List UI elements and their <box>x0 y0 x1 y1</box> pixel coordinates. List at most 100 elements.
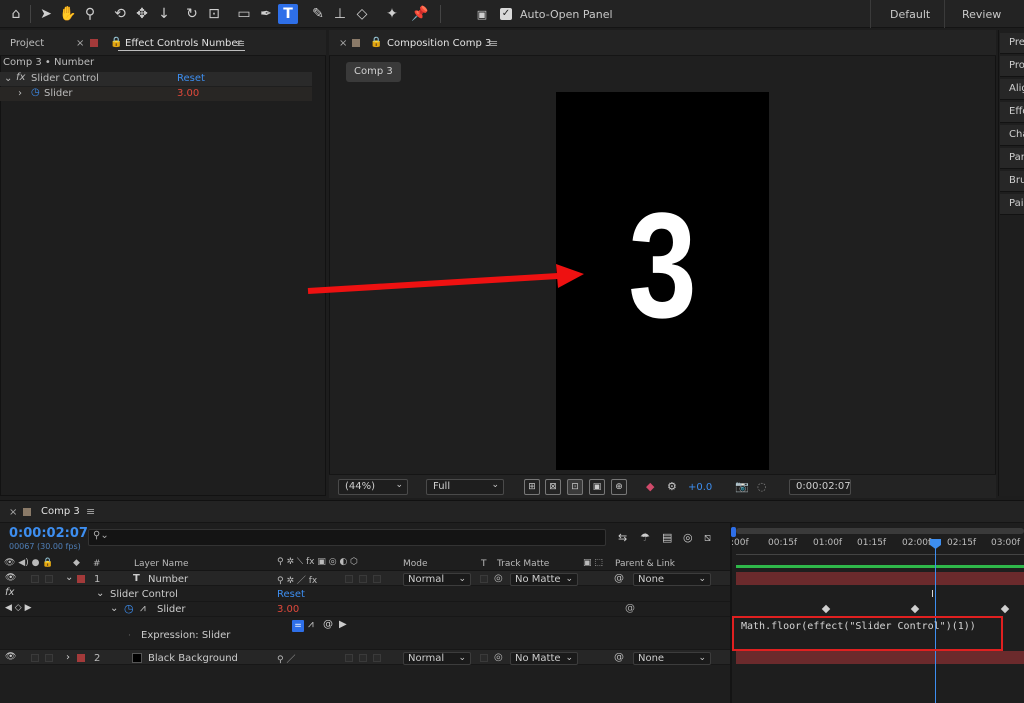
chevron-down-icon[interactable]: ⌄ <box>65 572 73 583</box>
solo-switch[interactable] <box>45 575 53 583</box>
shy-layers-icon[interactable]: ☂ <box>640 531 650 544</box>
panel-icon[interactable]: ▣ <box>472 4 492 24</box>
mask-visibility-icon[interactable]: ⊡ <box>567 479 583 495</box>
graph-editor-icon[interactable]: ⧅ <box>704 531 711 545</box>
layer-duration-bar-number[interactable] <box>736 572 1024 585</box>
tab-composition[interactable]: Composition Comp 3 <box>387 38 491 49</box>
pick-whip-icon[interactable]: @ <box>614 652 624 663</box>
workspace-default[interactable]: Default <box>890 8 930 21</box>
eraser-tool-icon[interactable]: ◇ <box>352 4 372 24</box>
layer-switch[interactable] <box>359 575 367 583</box>
comp-navigator-chip[interactable]: Comp 3 <box>346 62 401 82</box>
workspace-review[interactable]: Review <box>962 8 1001 21</box>
track-matte-dropdown[interactable]: No Matte ⌄ <box>510 652 578 665</box>
roto-brush-tool-icon[interactable]: ✦ <box>382 4 402 24</box>
show-snapshot-icon[interactable]: ◌ <box>757 480 767 493</box>
close-icon[interactable]: × <box>9 507 17 518</box>
color-management-icon[interactable]: ⚙ <box>667 480 677 493</box>
parent-dropdown[interactable]: None ⌄ <box>633 573 711 586</box>
exposure-value[interactable]: +0.0 <box>688 482 712 493</box>
layer-switch-shy-icon[interactable]: ⚲ ／ <box>277 652 295 665</box>
pen-tool-icon[interactable]: ✒ <box>256 4 276 24</box>
effect-reset-link[interactable]: Reset <box>277 589 305 600</box>
graph-icon[interactable]: ⩘ <box>140 603 146 614</box>
orbit-camera-icon[interactable]: ⟲ <box>110 4 130 24</box>
close-icon[interactable]: × <box>339 38 347 49</box>
zoom-tool-icon[interactable]: ⚲ <box>80 4 100 24</box>
layer-switch[interactable] <box>345 654 353 662</box>
track-matte-dropdown[interactable]: No Matte ⌄ <box>510 573 578 586</box>
zoom-dropdown[interactable]: (44%) ⌄ <box>338 479 408 495</box>
chevron-right-icon[interactable]: › <box>66 652 70 663</box>
hand-tool-icon[interactable]: ✋ <box>58 4 78 24</box>
region-of-interest-icon[interactable]: ▣ <box>589 479 605 495</box>
param-value[interactable]: 3.00 <box>177 88 199 99</box>
frame-blending-icon[interactable]: ▤ <box>662 531 672 544</box>
layer-switch-shy-icon[interactable]: ⚲ ✲ ／ fx <box>277 573 317 586</box>
timeline-splitter[interactable] <box>730 523 732 703</box>
timeline-timecode[interactable]: 0:00:02:07 <box>9 526 88 541</box>
transparency-grid-icon[interactable]: ⊠ <box>545 479 561 495</box>
lock-icon[interactable]: 🔒 <box>370 37 382 48</box>
type-tool-icon[interactable]: T <box>278 4 298 24</box>
expression-graph-icon[interactable]: ⩘ <box>308 619 314 630</box>
layer-switch[interactable] <box>345 575 353 583</box>
rectangle-tool-icon[interactable]: ▭ <box>234 4 254 24</box>
preserve-transparency-switch[interactable] <box>480 654 488 662</box>
layer-label-color[interactable] <box>77 654 85 662</box>
selection-tool-icon[interactable]: ➤ <box>36 4 56 24</box>
brush-tool-icon[interactable]: ✎ <box>308 4 328 24</box>
matte-link-icon[interactable]: ◎ <box>494 573 503 584</box>
panel-menu-icon[interactable]: ≡ <box>86 505 95 518</box>
chevron-down-icon[interactable]: ⌄ <box>96 588 104 599</box>
close-icon[interactable]: × <box>76 38 84 49</box>
pick-whip-icon[interactable]: @ <box>625 603 635 614</box>
pick-whip-icon[interactable]: @ <box>614 573 624 584</box>
eye-visibility-icon[interactable]: 👁 <box>5 573 16 583</box>
tab-timeline-comp[interactable]: Comp 3 <box>41 506 80 517</box>
color-channels-icon[interactable]: ◆ <box>646 480 654 493</box>
effect-name[interactable]: Slider Control <box>31 73 99 84</box>
resolution-dropdown[interactable]: Full ⌄ <box>426 479 504 495</box>
fx-icon[interactable]: fx <box>16 72 25 83</box>
side-tab-paint[interactable]: Pair <box>1000 194 1024 215</box>
solo-switch[interactable] <box>45 654 53 662</box>
work-area-start-handle[interactable] <box>731 527 736 537</box>
auto-open-checkbox[interactable]: ✓ <box>500 8 512 20</box>
matte-link-icon[interactable]: ◎ <box>494 652 503 663</box>
stopwatch-icon[interactable]: ◷ <box>124 602 134 615</box>
timeline-search-input[interactable]: ⚲⌄ <box>88 529 606 546</box>
home-icon[interactable]: ⌂ <box>6 4 26 24</box>
layer-switch[interactable] <box>373 575 381 583</box>
effect-reset-link[interactable]: Reset <box>177 73 205 84</box>
parent-dropdown[interactable]: None ⌄ <box>633 652 711 665</box>
grid-guides-icon[interactable]: ⊕ <box>611 479 627 495</box>
panel-menu-icon[interactable]: ≡ <box>489 37 498 50</box>
side-tab-preview[interactable]: Pre <box>1000 33 1024 54</box>
keyframe-navigator-icon[interactable]: ◀ ◇ ▶ <box>5 603 32 613</box>
rotate-tool-icon[interactable]: ↻ <box>182 4 202 24</box>
audio-switch[interactable] <box>31 575 39 583</box>
anchor-point-tool-icon[interactable]: ⊡ <box>204 4 224 24</box>
viewer-timecode[interactable]: 0:00:02:07 <box>789 479 851 495</box>
lock-icon[interactable]: 🔒 <box>110 37 122 48</box>
mode-dropdown[interactable]: Normal ⌄ <box>403 652 471 665</box>
pan-camera-icon[interactable]: ✥ <box>132 4 152 24</box>
stopwatch-icon[interactable]: ◷ <box>31 87 40 98</box>
expression-pick-whip-icon[interactable]: @ <box>323 619 333 630</box>
clone-stamp-tool-icon[interactable]: ⊥ <box>330 4 350 24</box>
side-tab-properties[interactable]: Pro <box>1000 56 1024 77</box>
puppet-pin-tool-icon[interactable]: 📌 <box>410 4 430 24</box>
mode-dropdown[interactable]: Normal ⌄ <box>403 573 471 586</box>
side-tab-character[interactable]: Cha <box>1000 125 1024 146</box>
layer-label-color[interactable] <box>77 575 85 583</box>
camera-snapshot-icon[interactable]: 📷 <box>735 480 749 493</box>
expression-language-menu-icon[interactable]: ▶ <box>339 619 347 630</box>
time-navigator-bar[interactable] <box>736 528 1024 534</box>
enable-expression-icon[interactable]: = <box>292 620 304 632</box>
layer-duration-bar-black-background[interactable] <box>736 651 1024 664</box>
dolly-camera-icon[interactable]: ↓ <box>154 4 174 24</box>
layer-switch[interactable] <box>359 654 367 662</box>
layer-switch[interactable] <box>373 654 381 662</box>
preserve-transparency-switch[interactable] <box>480 575 488 583</box>
